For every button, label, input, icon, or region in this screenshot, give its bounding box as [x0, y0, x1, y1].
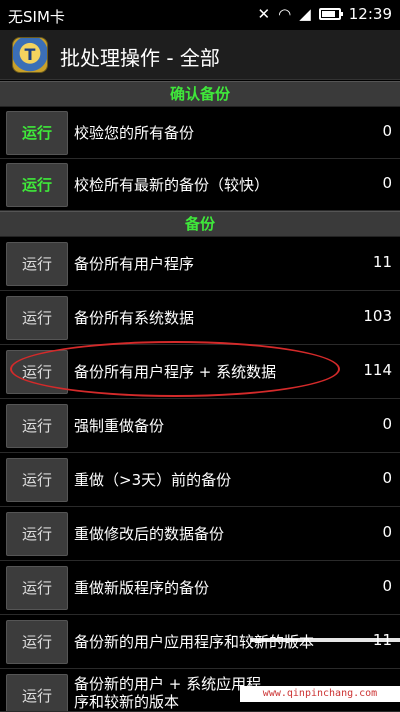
battery-icon — [318, 8, 343, 20]
section-header-backup: 备份 — [0, 211, 400, 237]
row-count: 0 — [382, 415, 392, 433]
run-button[interactable]: 运行 — [6, 566, 68, 610]
row-count: 0 — [382, 122, 392, 140]
run-button[interactable]: 运行 — [6, 512, 68, 556]
run-button[interactable]: 运行 — [6, 111, 68, 155]
page-title: 批处理操作 - 全部 — [60, 46, 220, 70]
clock: 12:39 — [348, 5, 392, 23]
row-label: 重做新版程序的备份 — [74, 579, 210, 597]
run-button[interactable]: 运行 — [6, 458, 68, 502]
run-button[interactable]: 运行 — [6, 163, 68, 207]
section-header-verify: 确认备份 — [0, 81, 400, 107]
row-count: 0 — [382, 174, 392, 192]
row-count: 0 — [382, 469, 392, 487]
row-label: 备份所有用户程序 — [74, 255, 195, 273]
row-label: 重做修改后的数据备份 — [74, 525, 225, 543]
list-item: 运行 重做新版程序的备份 0 — [0, 561, 400, 615]
list-item: 运行 重做修改后的数据备份 0 — [0, 507, 400, 561]
list-item: 运行 备份所有系统数据 103 — [0, 291, 400, 345]
row-label: 重做（>3天）前的备份 — [74, 471, 232, 489]
app-logo-icon[interactable]: T — [12, 37, 48, 73]
status-icons: ✕ ◠ ◢ 12:39 — [258, 5, 392, 23]
row-label: 强制重做备份 — [74, 417, 165, 435]
row-count: 11 — [372, 253, 392, 271]
silent-icon: ✕ — [257, 5, 271, 23]
row-count: 0 — [382, 523, 392, 541]
row-count: 114 — [363, 361, 392, 379]
row-label: 备份所有系统数据 — [74, 309, 195, 327]
status-bar: 无SIM卡 ✕ ◠ ◢ 12:39 — [0, 0, 400, 30]
run-button[interactable]: 运行 — [6, 242, 68, 286]
watermark: www.qinpinchang.com — [240, 686, 400, 702]
no-signal-icon: ◢ — [299, 5, 311, 23]
run-button[interactable]: 运行 — [6, 674, 68, 711]
row-count: 103 — [363, 307, 392, 325]
list-item: 运行 校验您的所有备份 0 — [0, 107, 400, 159]
list-item: 运行 备份新的用户应用程序和较新的版本 11 — [0, 615, 400, 669]
row-label: 校验您的所有备份 — [74, 124, 195, 142]
list-item: 运行 备份所有用户程序 + 系统数据 114 — [0, 345, 400, 399]
list-item: 运行 备份所有用户程序 11 — [0, 237, 400, 291]
run-button[interactable]: 运行 — [6, 350, 68, 394]
image-artifact — [250, 638, 400, 642]
list-item: 运行 强制重做备份 0 — [0, 399, 400, 453]
carrier-text: 无SIM卡 — [8, 8, 65, 26]
run-button[interactable]: 运行 — [6, 620, 68, 664]
row-count: 0 — [382, 577, 392, 595]
row-label: 校检所有最新的备份（较快） — [74, 176, 270, 194]
run-button[interactable]: 运行 — [6, 404, 68, 448]
row-label: 备份所有用户程序 + 系统数据 — [74, 363, 277, 381]
app-logo-letter: T — [24, 45, 36, 64]
run-button[interactable]: 运行 — [6, 296, 68, 340]
list-item: 运行 重做（>3天）前的备份 0 — [0, 453, 400, 507]
list-item: 运行 校检所有最新的备份（较快） 0 — [0, 159, 400, 211]
app-bar: T 批处理操作 - 全部 — [0, 30, 400, 80]
wifi-icon: ◠ — [278, 5, 292, 23]
